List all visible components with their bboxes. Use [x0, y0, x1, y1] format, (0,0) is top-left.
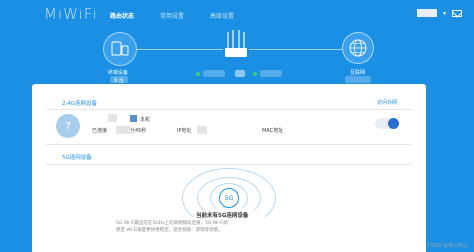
topology-line-left [137, 49, 223, 50]
mail-icon[interactable] [452, 9, 462, 17]
chevron-down-icon[interactable]: ▾ [443, 10, 446, 17]
devices-count: 9 台 [114, 78, 124, 84]
toggle-knob [388, 118, 399, 129]
router-info-pill-2 [260, 70, 282, 77]
section-24g-title: 2.4G连网设备 [62, 101, 98, 107]
router-icon [225, 30, 247, 57]
topology-line-right [249, 49, 342, 50]
devices-icon [111, 41, 129, 56]
5g-description-line-1: 5G Wi-Fi最远可在5GHz上的高频频段连接，5G Wi-Fi的 [116, 221, 229, 226]
divider [46, 109, 412, 110]
divider-3 [46, 164, 412, 165]
5g-icon: 5G [219, 188, 239, 208]
globe-icon [349, 39, 367, 57]
devices-label: 终端设备 [108, 70, 129, 76]
miwifi-logo: MiWiFi [44, 5, 98, 23]
ip-value-block [197, 126, 207, 134]
connection-duration: 分45秒 [130, 128, 147, 134]
router-status-dot-2 [253, 72, 257, 76]
local-device-tag: 本机 [140, 117, 151, 123]
5g-description-line-2: 稳定 Wi-Fi速度更快更稳定，适合视频、游戏等场景。 [116, 228, 223, 233]
internet-label: 互联网 [350, 70, 366, 76]
internet-info-pill [345, 76, 371, 83]
unknown-device-avatar: ? [56, 114, 80, 138]
top-bar: MiWiFi 路由状态 常用设置 高级设置 ▾ [0, 0, 474, 28]
mac-label: MAC地址 [262, 128, 284, 134]
account-name-block[interactable] [416, 9, 437, 17]
internet-button[interactable] [342, 32, 374, 64]
internet-access-link[interactable]: 访问外网 [377, 99, 397, 106]
internet-access-toggle[interactable] [375, 118, 399, 129]
router-info-pill [203, 70, 225, 77]
nav-router-status[interactable]: 路由状态 [110, 11, 134, 20]
router-name-pill [235, 70, 245, 77]
router-status-dot [196, 72, 200, 76]
duration-block [116, 126, 130, 134]
device-name-block [108, 114, 117, 122]
divider-2 [46, 144, 412, 145]
connection-status: 已连接 [92, 128, 108, 134]
ip-label: IP地址 [177, 128, 192, 134]
watermark: CSDN @良心好心 [427, 243, 468, 249]
nav-common-settings[interactable]: 常用设置 [160, 11, 184, 20]
terminal-devices-button[interactable] [103, 32, 137, 66]
top-right-controls: ▾ [416, 9, 462, 17]
network-topology: 终端设备 9 台 互联网 [0, 28, 474, 84]
main-nav: 路由状态 常用设置 高级设置 [110, 11, 260, 20]
nav-advanced-settings[interactable]: 高级设置 [210, 11, 234, 20]
device-type-icon [130, 115, 137, 122]
section-5g-title: 5G连网设备 [62, 155, 92, 161]
devices-card: 2.4G连网设备 访问外网 ? 本机 已连接 分45秒 IP地址 MAC地址 5… [32, 84, 426, 252]
no-5g-devices-title: 当前未有5G连网设备 [196, 213, 249, 219]
